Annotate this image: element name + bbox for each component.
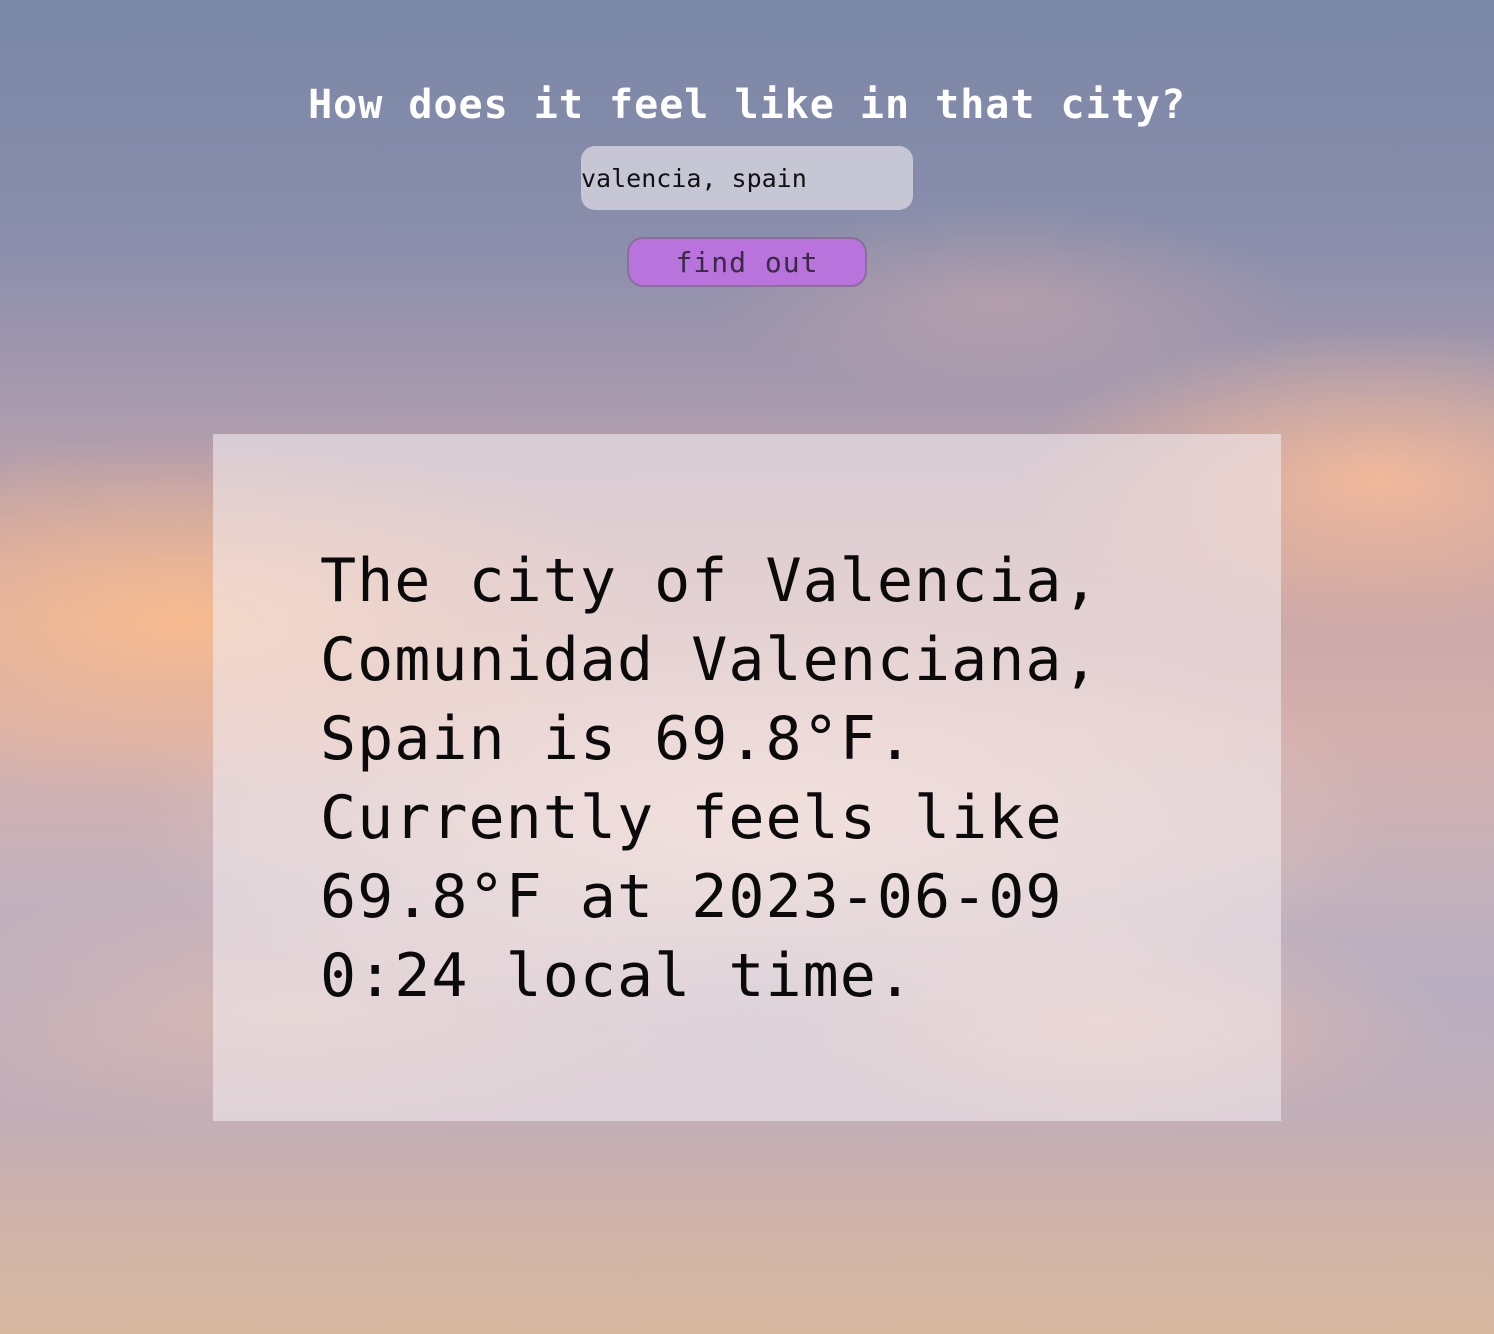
find-out-button[interactable]: find out (627, 237, 867, 287)
weather-result-text: The city of Valencia, Comunidad Valencia… (320, 546, 1100, 1011)
page-title: How does it feel like in that city? (308, 82, 1186, 128)
city-search-input[interactable] (581, 146, 913, 210)
result-card: The city of Valencia, Comunidad Valencia… (213, 434, 1281, 1121)
